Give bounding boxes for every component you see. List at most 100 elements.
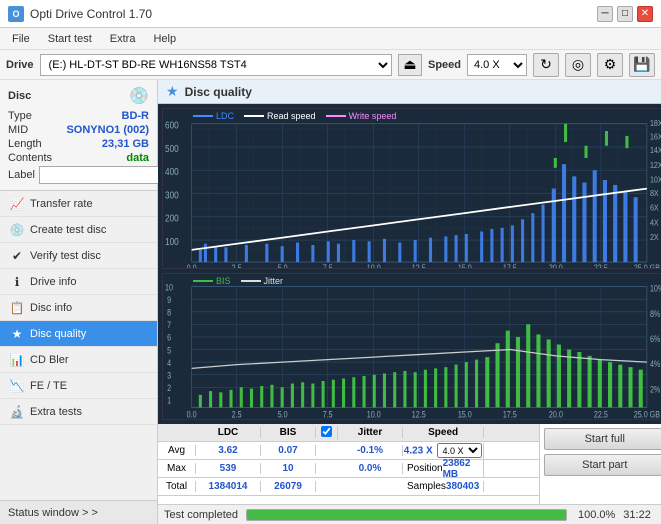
stats-col-checkbox[interactable] — [316, 426, 338, 440]
start-full-button[interactable]: Start full — [544, 428, 661, 450]
svg-text:25.0 GB: 25.0 GB — [634, 263, 660, 268]
progress-bar-inner — [247, 510, 566, 520]
sidebar-item-verify-test-disc[interactable]: ✔ Verify test disc — [0, 243, 157, 269]
svg-text:12X: 12X — [650, 160, 661, 170]
transfer-rate-icon: 📈 — [10, 197, 24, 211]
verify-test-disc-icon: ✔ — [10, 249, 24, 263]
start-part-button[interactable]: Start part — [544, 454, 661, 476]
drive-select[interactable]: (E:) HL-DT-ST BD-RE WH16NS58 TST4 — [40, 54, 392, 76]
svg-text:12.5: 12.5 — [412, 263, 426, 268]
sidebar-item-label: CD Bler — [30, 354, 69, 366]
type-label: Type — [8, 110, 32, 122]
disc-info-icon: 📋 — [10, 301, 24, 315]
type-value: BD-R — [122, 110, 150, 122]
extra-tests-icon: 🔬 — [10, 405, 24, 419]
progress-percent: 100.0% — [575, 509, 615, 521]
label-input[interactable] — [39, 166, 177, 184]
svg-text:600: 600 — [165, 120, 179, 131]
sidebar-item-cd-bler[interactable]: 📊 CD Bler — [0, 347, 157, 373]
length-value: 23,31 GB — [102, 138, 149, 150]
sidebar-item-label: Transfer rate — [30, 198, 93, 210]
speed-label: Speed — [428, 59, 461, 71]
position-label: Position — [407, 463, 443, 474]
svg-text:400: 400 — [165, 166, 179, 177]
close-button[interactable]: ✕ — [637, 6, 653, 22]
chart1-legend: LDC Read speed Write speed — [193, 111, 396, 121]
svg-text:15.0: 15.0 — [458, 410, 472, 419]
svg-text:5: 5 — [167, 346, 171, 356]
max-label: Max — [158, 463, 196, 474]
max-ldc: 539 — [196, 463, 261, 474]
sidebar-item-disc-quality[interactable]: ★ Disc quality — [0, 321, 157, 347]
svg-text:1: 1 — [167, 396, 171, 406]
svg-text:10X: 10X — [650, 175, 661, 185]
main-layout: Disc 💿 Type BD-R MID SONYNO1 (002) Lengt… — [0, 80, 661, 524]
svg-text:4X: 4X — [650, 218, 659, 228]
bis-legend-item: BIS — [193, 276, 231, 286]
svg-text:2X: 2X — [650, 232, 659, 242]
eject-button[interactable]: ⏏ — [398, 54, 422, 76]
settings-button[interactable]: ⚙ — [597, 53, 623, 77]
max-bis: 10 — [261, 463, 316, 474]
content-header-title: Disc quality — [185, 85, 252, 99]
position-row: Position 23862 MB — [403, 458, 484, 480]
svg-text:8: 8 — [167, 308, 171, 318]
disc-section-title: Disc — [8, 90, 31, 102]
svg-text:3: 3 — [167, 371, 171, 381]
read-speed-legend-item: Read speed — [244, 111, 316, 121]
sidebar-item-fe-te[interactable]: 📉 FE / TE — [0, 373, 157, 399]
read-speed-legend-label: Read speed — [267, 111, 316, 121]
drive-label: Drive — [6, 59, 34, 71]
status-window-button[interactable]: Status window > > — [0, 500, 157, 524]
menu-file[interactable]: File — [4, 31, 38, 47]
refresh-button[interactable]: ↻ — [533, 53, 559, 77]
minimize-button[interactable]: ─ — [597, 6, 613, 22]
maximize-button[interactable]: □ — [617, 6, 633, 22]
svg-text:5.0: 5.0 — [278, 410, 288, 419]
avg-bis: 0.07 — [261, 445, 316, 456]
stats-right-buttons: Start full Start part — [539, 424, 661, 504]
sidebar-item-label: Extra tests — [30, 406, 82, 418]
menu-help[interactable]: Help — [145, 31, 184, 47]
sidebar-item-transfer-rate[interactable]: 📈 Transfer rate — [0, 191, 157, 217]
avg-ldc: 3.62 — [196, 445, 261, 456]
avg-speed-select[interactable]: 4.0 X — [437, 443, 482, 458]
save-button[interactable]: 💾 — [629, 53, 655, 77]
sidebar-item-label: Disc quality — [30, 328, 86, 340]
svg-text:18X: 18X — [650, 119, 661, 129]
sidebar-item-label: Create test disc — [30, 224, 106, 236]
sidebar-item-drive-info[interactable]: ℹ Drive info — [0, 269, 157, 295]
create-test-disc-icon: 💿 — [10, 223, 24, 237]
sidebar-item-disc-info[interactable]: 📋 Disc info — [0, 295, 157, 321]
menu-extra[interactable]: Extra — [102, 31, 144, 47]
sidebar-item-extra-tests[interactable]: 🔬 Extra tests — [0, 399, 157, 425]
stats-col-jitter: Jitter — [338, 427, 403, 438]
speed-select[interactable]: 4.0 X 8.0 X — [467, 54, 527, 76]
jitter-checkbox[interactable] — [321, 426, 332, 437]
ldc-chart: LDC Read speed Write speed — [162, 108, 661, 269]
stats-bottom: LDC BIS Jitter Speed Avg 3.62 0.07 -0.1% — [158, 424, 661, 504]
total-bis: 26079 — [261, 481, 316, 492]
svg-text:22.5: 22.5 — [594, 410, 608, 419]
ldc-legend-label: LDC — [216, 111, 234, 121]
svg-text:10%: 10% — [650, 284, 661, 294]
length-label: Length — [8, 138, 42, 150]
total-ldc: 1384014 — [196, 481, 261, 492]
svg-text:2: 2 — [167, 384, 171, 394]
svg-text:17.5: 17.5 — [503, 410, 517, 419]
svg-text:4%: 4% — [650, 360, 660, 370]
burn-button[interactable]: ◎ — [565, 53, 591, 77]
svg-text:0.0: 0.0 — [187, 263, 197, 268]
charts-area: LDC Read speed Write speed — [158, 104, 661, 424]
status-window-label: Status window > > — [8, 507, 98, 519]
label-label: Label — [8, 169, 35, 181]
disc-icon: 💿 — [129, 86, 149, 106]
svg-text:10: 10 — [165, 283, 173, 293]
avg-speed-val: 4.23 X — [404, 446, 433, 457]
menu-start-test[interactable]: Start test — [40, 31, 100, 47]
samples-row: Samples 380403 — [403, 481, 484, 492]
progress-bar-outer — [246, 509, 567, 521]
total-label: Total — [158, 481, 196, 492]
svg-text:8%: 8% — [650, 309, 660, 319]
sidebar-item-create-test-disc[interactable]: 💿 Create test disc — [0, 217, 157, 243]
